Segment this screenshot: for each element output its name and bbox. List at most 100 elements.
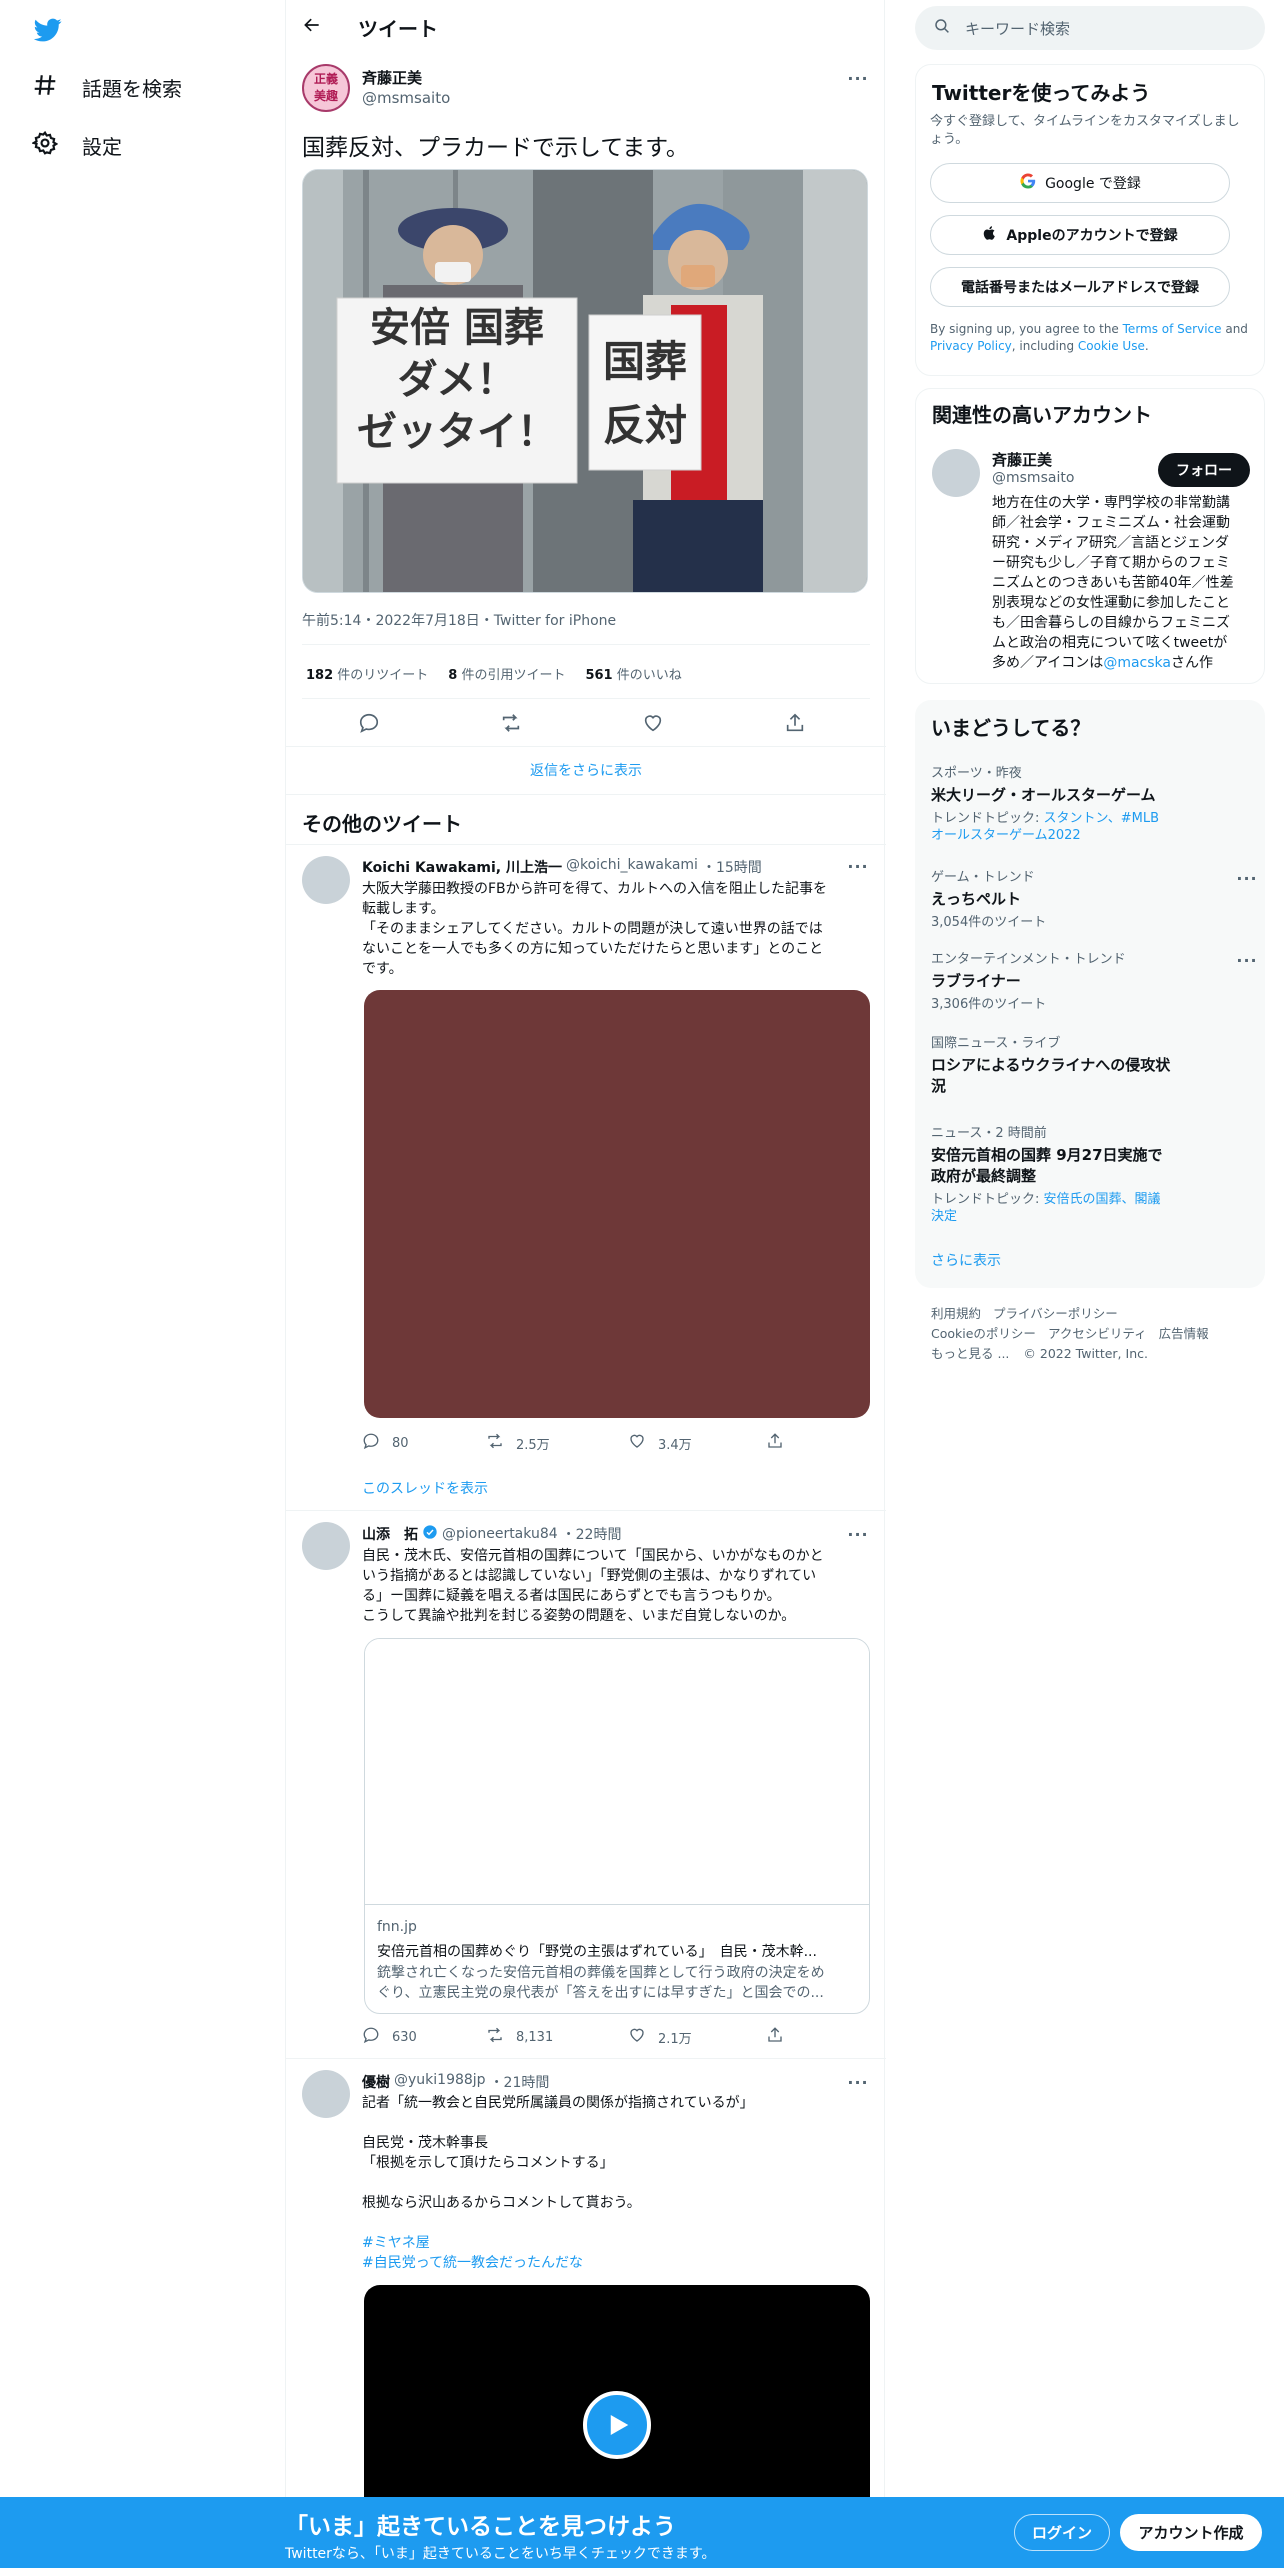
show-thread-link[interactable]: このスレッドを表示 xyxy=(362,1478,488,1498)
footer-link[interactable]: 広告情報 xyxy=(1159,1324,1209,1344)
play-button-icon[interactable] xyxy=(583,2391,651,2459)
banner-title: 「いま」起きていることを見つけよう xyxy=(285,2514,676,2540)
like-action[interactable]: 3.4万 xyxy=(628,1432,692,1454)
more-options-icon[interactable]: ··· xyxy=(846,66,870,90)
bio-line-last: 多め／アイコンは@macskaさん作 xyxy=(992,653,1262,673)
tweet-photo[interactable]: 安倍 国葬 ダメ！ ゼッタイ！ 国葬 反対 xyxy=(302,169,868,593)
tweet-body: 自民・茂木氏、安倍元首相の国葬について「国民から、いかがなものかと いう指摘があ… xyxy=(362,1546,872,1626)
twitter-logo-icon[interactable] xyxy=(32,16,64,44)
quote-count-label: 件の引用ツイート xyxy=(457,668,566,683)
bio-line: ニズムとのつきあいも苦節40年／性差 xyxy=(992,575,1234,591)
search-box[interactable]: キーワード検索 xyxy=(915,6,1265,50)
retweet-action[interactable]: 2.5万 xyxy=(486,1432,550,1454)
follow-button[interactable]: フォロー xyxy=(1158,453,1250,487)
search-input[interactable]: キーワード検索 xyxy=(965,18,1070,39)
tweet-author-name[interactable]: 山添 拓 xyxy=(362,1524,418,1544)
reply-icon[interactable] xyxy=(358,712,380,738)
footer-more-link[interactable]: もっと見る ... xyxy=(931,1344,1009,1364)
reply-action[interactable]: 630 xyxy=(362,2026,417,2048)
trend-item[interactable]: エンターテインメント・トレンド ラブライナー 3,306件のツイート ··· xyxy=(931,948,1257,1013)
like-action[interactable]: 2.1万 xyxy=(628,2026,692,2048)
tweet-author-handle[interactable]: @yuki1988jp xyxy=(394,2072,486,2092)
related-account-avatar[interactable] xyxy=(932,449,980,497)
reply-count: 80 xyxy=(392,1435,409,1451)
tweet-time[interactable]: ・22時間 xyxy=(562,1524,622,1544)
footer-link[interactable]: Cookieのポリシー xyxy=(931,1324,1036,1344)
avatar-text: 正義 美趣 xyxy=(313,72,338,103)
tweet-timestamp[interactable]: 午前5:14・2022年7月18日・Twitter for iPhone xyxy=(302,610,616,630)
retweet-count: 8,131 xyxy=(516,2029,554,2045)
trend-item[interactable]: ゲーム・トレンド えっちペルト 3,054件のツイート ··· xyxy=(931,866,1257,931)
retweet-icon[interactable] xyxy=(500,712,522,738)
trend-item[interactable]: 国際ニュース・ライブ ロシアによるウクライナへの侵攻状況 xyxy=(931,1032,1171,1097)
reply-icon xyxy=(362,1432,380,1454)
tweet-media[interactable] xyxy=(364,990,870,1418)
show-more-replies-link[interactable]: 返信をさらに表示 xyxy=(286,760,886,780)
retweet-action[interactable]: 8,131 xyxy=(486,2026,553,2048)
divider xyxy=(302,644,870,645)
nav-explore-label: 話題を検索 xyxy=(82,77,182,101)
author-name[interactable]: 斉藤正美 xyxy=(362,67,422,88)
more-options-icon[interactable]: ··· xyxy=(1235,948,1259,972)
reply-action[interactable]: 80 xyxy=(362,1432,409,1454)
footer-link[interactable]: プライバシーポリシー xyxy=(993,1304,1118,1324)
tweet-line: ないことを一人でも多くの方に知っていただけたらと思います」とのこと xyxy=(362,941,824,957)
bio-mention-link[interactable]: @macska xyxy=(1103,655,1171,671)
link-card[interactable]: fnn.jp 安倍元首相の国葬めぐり「野党の主張はずれている」 自民・茂木幹..… xyxy=(364,1638,870,2014)
tweet-avatar[interactable] xyxy=(302,2070,350,2118)
cookie-use-link[interactable]: Cookie Use xyxy=(1078,339,1145,353)
privacy-policy-link[interactable]: Privacy Policy xyxy=(930,339,1012,353)
more-options-icon[interactable]: ··· xyxy=(846,854,870,878)
author-handle[interactable]: @msmsaito xyxy=(362,89,450,107)
tweet-video[interactable] xyxy=(364,2285,870,2500)
related-account-name[interactable]: 斉藤正美 xyxy=(992,449,1052,470)
share-icon[interactable] xyxy=(784,712,806,738)
footer-link[interactable]: アクセシビリティ xyxy=(1048,1324,1147,1344)
retweet-count-link[interactable]: 182 件のリツイート xyxy=(306,664,428,683)
google-signup-button[interactable]: Google で登録 xyxy=(930,163,1230,203)
back-arrow-icon[interactable] xyxy=(302,15,326,39)
quote-count-link[interactable]: 8 件の引用ツイート xyxy=(448,664,565,683)
apple-signup-button[interactable]: Appleのアカウントで登録 xyxy=(930,215,1230,255)
more-options-icon[interactable]: ··· xyxy=(846,1522,870,1546)
share-action[interactable] xyxy=(766,1432,784,1454)
tweet-avatar[interactable] xyxy=(302,856,350,904)
phone-email-signup-button[interactable]: 電話番号またはメールアドレスで登録 xyxy=(930,267,1230,307)
author-avatar[interactable]: 正義 美趣 xyxy=(302,64,350,112)
login-button[interactable]: ログイン xyxy=(1014,2514,1110,2551)
trend-item[interactable]: ニュース・2 時間前 安倍元首相の国葬 9月27日実施で政府が最終調整 トレンド… xyxy=(931,1122,1171,1225)
tweet-author-name[interactable]: 優樹 xyxy=(362,2072,390,2092)
more-options-icon[interactable]: ··· xyxy=(1235,866,1259,890)
tweet-line: 自民党・茂木幹事長 xyxy=(362,2135,488,2151)
create-account-button[interactable]: アカウント作成 xyxy=(1120,2514,1262,2551)
terms-of-service-link[interactable]: Terms of Service xyxy=(1123,322,1222,336)
nav-settings[interactable]: 設定 xyxy=(31,130,122,161)
tweet-author-handle[interactable]: @pioneertaku84 xyxy=(442,1526,558,1542)
share-icon xyxy=(766,2026,784,2048)
hashtag-link[interactable]: #自民党って統一教会だったんだな xyxy=(362,2253,872,2273)
show-more-trends-link[interactable]: さらに表示 xyxy=(931,1250,1001,1270)
tweet-avatar[interactable] xyxy=(302,1522,350,1570)
trend-item[interactable]: スポーツ・昨夜 米大リーグ・オールスターゲーム トレンドトピック: スタントン、… xyxy=(931,762,1251,844)
nav-explore[interactable]: 話題を検索 xyxy=(32,72,182,103)
search-icon xyxy=(933,17,951,39)
hashtag-link[interactable]: #ミヤネ屋 xyxy=(362,2233,872,2253)
trend-topics-label: トレンドトピック: xyxy=(931,1192,1044,1207)
apple-signup-label: Appleのアカウントで登録 xyxy=(1006,228,1178,244)
tweet-author-handle[interactable]: @koichi_kawakami xyxy=(566,857,698,877)
tweet-time[interactable]: ・15時間 xyxy=(702,857,762,877)
trend-category: ニュース・2 時間前 xyxy=(931,1126,1047,1141)
tweet-header: 優樹 @yuki1988jp ・21時間 xyxy=(362,2072,549,2092)
bottom-signup-banner: 「いま」起きていることを見つけよう Twitterなら、「いま」起きていることを… xyxy=(0,2497,1284,2568)
share-action[interactable] xyxy=(766,2026,784,2048)
related-account-handle[interactable]: @msmsaito xyxy=(992,470,1074,486)
like-icon[interactable] xyxy=(642,712,664,738)
footer-link[interactable]: 利用規約 xyxy=(931,1304,981,1324)
trends-title: いまどうしてる？ xyxy=(931,716,1091,740)
terms-text: and xyxy=(1221,322,1248,336)
tweet-time[interactable]: ・21時間 xyxy=(490,2072,550,2092)
like-count-link[interactable]: 561 件のいいね xyxy=(585,664,681,683)
more-options-icon[interactable]: ··· xyxy=(846,2070,870,2094)
tweet-author-name[interactable]: Koichi Kawakami, 川上浩一 xyxy=(362,857,562,877)
